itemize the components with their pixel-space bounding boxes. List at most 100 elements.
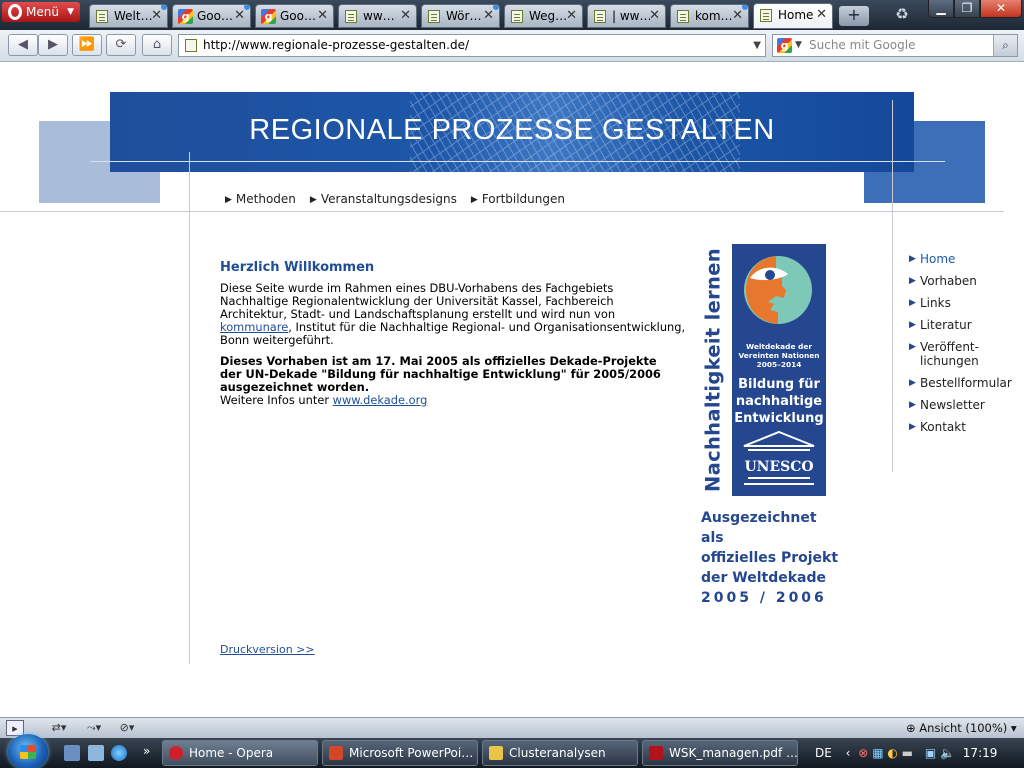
google-icon: g: [178, 9, 193, 24]
taskbar-item-opera[interactable]: Home - Opera: [162, 740, 318, 766]
page-icon: [428, 10, 440, 23]
address-field[interactable]: http://www.regionale-prozesse-gestalten.…: [178, 34, 766, 57]
clock[interactable]: 17:19: [963, 746, 998, 760]
web-page: REGIONALE PROZESSE GESTALTEN Methoden Ve…: [0, 63, 1024, 717]
update-icon[interactable]: ◐: [887, 746, 897, 760]
sync-icon[interactable]: ⇄▾: [44, 720, 74, 736]
panel-toggle-icon[interactable]: ▸: [6, 720, 24, 736]
intro-paragraph: Diese Seite wurde im Rahmen eines DBU-Vo…: [220, 281, 686, 347]
logo-subtitle: Weltdekade der Vereinten Nationen 2005–2…: [738, 342, 820, 369]
print-version-link[interactable]: Druckversion >>: [220, 643, 315, 656]
side-nav-vorhaben[interactable]: Vorhaben: [909, 274, 1019, 288]
taskbar-item-powerpoint[interactable]: Microsoft PowerPoi…: [322, 740, 478, 766]
side-nav-newsletter[interactable]: Newsletter: [909, 398, 1019, 412]
fast-forward-button[interactable]: ⏩: [72, 34, 102, 56]
close-tab-icon[interactable]: ✕: [816, 4, 827, 26]
opera-menu-button[interactable]: Menü ▼: [2, 2, 80, 22]
kommunare-link[interactable]: kommunare: [220, 320, 288, 334]
maximize-button[interactable]: ❐: [954, 0, 980, 18]
trash-icon[interactable]: ♻: [893, 5, 911, 25]
task-label: Microsoft PowerPoi…: [349, 746, 474, 760]
dekade-link[interactable]: www.dekade.org: [333, 393, 428, 407]
unesco-temple-icon: UNESCO: [743, 430, 815, 485]
menu-label: Menü: [26, 5, 59, 19]
side-nav-veroeffentlichungen[interactable]: Veröffent-lichungen: [909, 340, 1019, 368]
search-field[interactable]: g ▼ Suche mit Google ⌕: [772, 34, 1018, 57]
side-nav-literatur[interactable]: Literatur: [909, 318, 1019, 332]
system-tray: DE ‹ ⊗ ▦ ◐ ▬ ▣ 🔈 17:19: [815, 738, 997, 768]
chevron-down-icon[interactable]: ▼: [753, 35, 761, 56]
close-tab-icon[interactable]: ✕: [566, 5, 577, 27]
network-icon[interactable]: ▦: [872, 746, 883, 760]
taskbar-item-folder[interactable]: Clusteranalysen: [482, 740, 638, 766]
page-icon: [760, 9, 772, 22]
google-icon: g: [777, 38, 792, 53]
tab-7[interactable]: kom… ✕: [670, 4, 749, 28]
site-banner: REGIONALE PROZESSE GESTALTEN: [110, 92, 914, 172]
side-nav-home[interactable]: Home: [909, 252, 1019, 266]
antivirus-icon[interactable]: ⊗: [858, 746, 868, 760]
windows-taskbar: » Home - Opera Microsoft PowerPoi… Clust…: [0, 734, 1024, 768]
display-icon[interactable]: ▣: [925, 746, 936, 760]
google-icon: g: [261, 9, 276, 24]
tab-5[interactable]: Weg… ✕: [504, 4, 583, 28]
task-label: WSK_managen.pdf …: [669, 746, 798, 760]
forward-button[interactable]: ▶: [38, 34, 68, 56]
side-nav-bestellformular[interactable]: Bestellformular: [909, 376, 1019, 390]
tab-2[interactable]: g Goo… ✕: [255, 4, 334, 28]
search-icon[interactable]: ⌕: [993, 35, 1017, 56]
logo-vertical-text: Nachhaltigkeit lernen: [701, 248, 725, 492]
tab-0[interactable]: Welt… ✕: [89, 4, 168, 28]
tab-1[interactable]: g Goo… ✕: [172, 4, 251, 28]
activity-dot-icon: [742, 5, 748, 10]
page-icon: [677, 10, 689, 23]
taskbar-item-pdf[interactable]: WSK_managen.pdf …: [642, 740, 798, 766]
start-button[interactable]: [8, 734, 48, 768]
device-icon[interactable]: ▬: [902, 746, 913, 760]
volume-icon[interactable]: 🔈: [940, 746, 955, 760]
nav-link-fortbildungen[interactable]: Fortbildungen: [471, 192, 565, 206]
opera-icon: [169, 746, 183, 760]
divider: [0, 211, 1004, 212]
switch-windows-icon[interactable]: [88, 745, 104, 761]
tab-label: kom…: [695, 9, 733, 23]
close-tab-icon[interactable]: ✕: [649, 5, 660, 27]
tab-4[interactable]: Wör… ✕: [421, 4, 500, 28]
nav-link-methoden[interactable]: Methoden: [225, 192, 296, 206]
task-label: Home - Opera: [189, 746, 274, 760]
close-tab-icon[interactable]: ✕: [400, 5, 411, 27]
tab-home-active[interactable]: Home ✕: [753, 3, 833, 29]
status-bar: ▸ ⇄▾ ⤳▾ ⊘▾ ⊕ Ansicht (100%) ▾: [0, 717, 1024, 738]
home-button[interactable]: ⌂: [142, 34, 172, 56]
more-quicklaunch-icon[interactable]: »: [143, 744, 150, 758]
close-tab-icon[interactable]: ✕: [317, 5, 328, 27]
nav-link-veranstaltungsdesigns[interactable]: Veranstaltungsdesigns: [310, 192, 457, 206]
tab-bar: Menü ▼ Welt… ✕ g Goo… ✕ g Goo… ✕ ww… ✕ W…: [0, 0, 1024, 30]
tab-6[interactable]: | ww… ✕: [587, 4, 666, 28]
internet-explorer-icon[interactable]: [111, 745, 127, 761]
close-window-button[interactable]: ✕: [980, 0, 1022, 18]
activity-dot-icon: [493, 5, 499, 10]
logo-heading: Bildung für nachhaltige Entwicklung: [734, 377, 824, 426]
zoom-icon: ⊕: [906, 721, 916, 735]
page-icon: [594, 10, 606, 23]
minimize-button[interactable]: ▁: [928, 0, 954, 18]
divider: [90, 161, 945, 162]
block-content-icon[interactable]: ⊘▾: [112, 720, 142, 736]
language-indicator[interactable]: DE: [815, 746, 832, 760]
show-desktop-icon[interactable]: [64, 745, 80, 761]
tab-label: Home: [778, 8, 814, 22]
back-button[interactable]: ◀: [8, 34, 38, 56]
top-navigation: Methoden Veranstaltungsdesigns Fortbildu…: [225, 192, 565, 206]
side-nav-links[interactable]: Links: [909, 296, 1019, 310]
new-tab-button[interactable]: +: [839, 6, 869, 26]
chevron-left-icon[interactable]: ‹: [846, 746, 851, 760]
divider: [892, 100, 893, 472]
side-nav-kontakt[interactable]: Kontakt: [909, 420, 1019, 434]
reload-button[interactable]: ⟳: [106, 34, 136, 56]
tab-3[interactable]: ww… ✕: [338, 4, 417, 28]
zoom-control[interactable]: ⊕ Ansicht (100%) ▾: [906, 720, 1017, 736]
task-label: Clusteranalysen: [509, 746, 606, 760]
share-icon[interactable]: ⤳▾: [80, 720, 108, 736]
chevron-down-icon[interactable]: ▼: [795, 35, 802, 56]
